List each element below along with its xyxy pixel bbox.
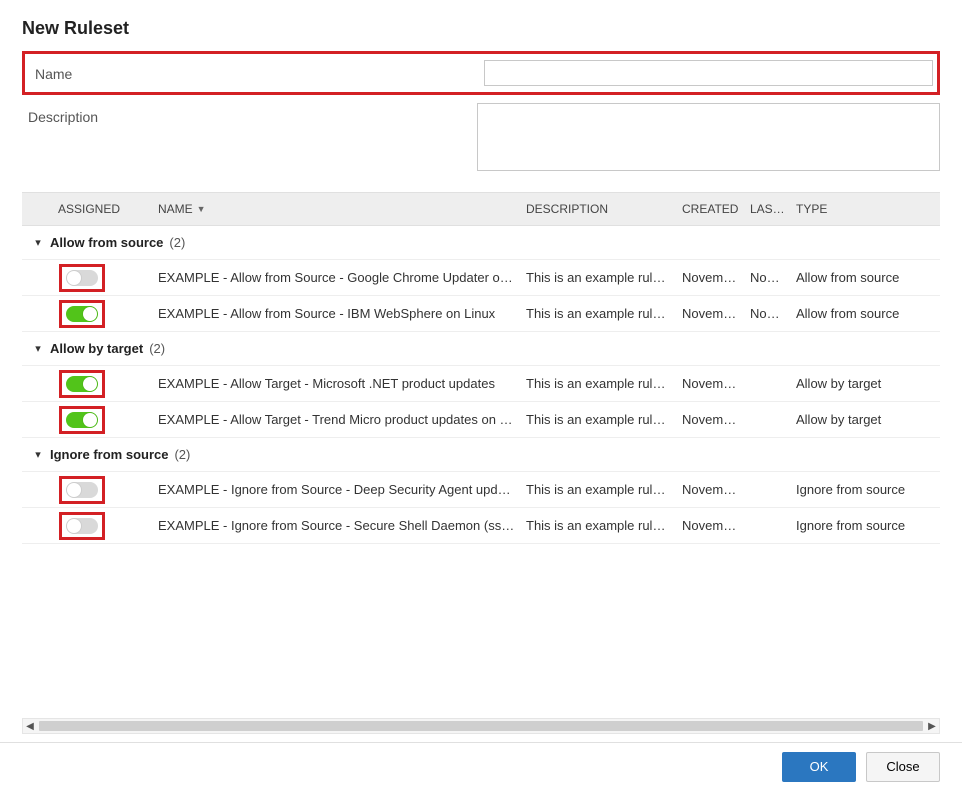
page-title: New Ruleset <box>0 0 962 51</box>
table-row[interactable]: EXAMPLE - Ignore from Source - Deep Secu… <box>22 472 940 508</box>
ok-button[interactable]: OK <box>782 752 856 782</box>
col-header-name-text: NAME <box>158 202 193 216</box>
cell-assigned <box>22 476 152 504</box>
group-title: Allow from source <box>50 235 163 250</box>
form-area: Name Description <box>0 51 962 192</box>
cell-created: Novemb… <box>682 482 750 497</box>
chevron-down-icon: ▾ <box>32 448 44 461</box>
cell-assigned <box>22 370 152 398</box>
cell-description: This is an example rule. … <box>526 518 682 533</box>
toggle-highlight <box>59 264 105 292</box>
name-row: Name <box>22 51 940 95</box>
cell-assigned <box>22 264 152 292</box>
table-row[interactable]: EXAMPLE - Allow Target - Trend Micro pro… <box>22 402 940 438</box>
toggle-highlight <box>59 406 105 434</box>
group-header[interactable]: ▾ Ignore from source (2) <box>22 438 940 472</box>
group-title: Ignore from source <box>50 447 168 462</box>
name-input-wrap <box>484 60 933 86</box>
cell-description: This is an example rule. … <box>526 376 682 391</box>
assigned-toggle[interactable] <box>66 518 98 534</box>
cell-created: Novemb… <box>682 270 750 285</box>
toggle-highlight <box>59 512 105 540</box>
description-label: Description <box>22 103 477 125</box>
toggle-highlight <box>59 370 105 398</box>
group-header[interactable]: ▾ Allow from source (2) <box>22 226 940 260</box>
horizontal-scrollbar[interactable]: ◀ ▶ <box>22 718 940 734</box>
assigned-toggle[interactable] <box>66 376 98 392</box>
cell-type: Allow by target <box>796 412 940 427</box>
cell-created: Novemb… <box>682 376 750 391</box>
name-label: Name <box>29 60 484 82</box>
description-input-wrap <box>477 103 940 174</box>
cell-name: EXAMPLE - Allow Target - Microsoft .NET … <box>152 376 526 391</box>
rules-grid: ASSIGNED NAME ▼ DESCRIPTION CREATED LAS…… <box>0 192 962 544</box>
toggle-highlight <box>59 476 105 504</box>
cell-type: Allow from source <box>796 270 940 285</box>
toggle-knob <box>83 377 97 391</box>
cell-description: This is an example rule. … <box>526 412 682 427</box>
toggle-knob <box>67 271 81 285</box>
cell-assigned <box>22 300 152 328</box>
table-row[interactable]: EXAMPLE - Ignore from Source - Secure Sh… <box>22 508 940 544</box>
assigned-toggle[interactable] <box>66 306 98 322</box>
col-header-name[interactable]: NAME ▼ <box>152 202 526 216</box>
name-input[interactable] <box>484 60 933 86</box>
cell-assigned <box>22 406 152 434</box>
col-header-description[interactable]: DESCRIPTION <box>526 202 682 216</box>
cell-type: Ignore from source <box>796 518 940 533</box>
assigned-toggle[interactable] <box>66 482 98 498</box>
chevron-down-icon: ▾ <box>32 236 44 249</box>
scroll-thumb[interactable] <box>39 721 923 731</box>
cell-description: This is an example rule. … <box>526 482 682 497</box>
cell-assigned <box>22 512 152 540</box>
close-button[interactable]: Close <box>866 752 940 782</box>
assigned-toggle[interactable] <box>66 270 98 286</box>
group-count: (2) <box>169 235 185 250</box>
col-header-last[interactable]: LAS… <box>750 202 796 216</box>
scroll-right-icon[interactable]: ▶ <box>927 721 937 732</box>
dialog-footer: OK Close <box>0 742 962 790</box>
cell-last: Nov… <box>750 306 796 321</box>
cell-created: Novemb… <box>682 412 750 427</box>
col-header-created[interactable]: CREATED <box>682 202 750 216</box>
cell-name: EXAMPLE - Allow Target - Trend Micro pro… <box>152 412 526 427</box>
cell-type: Allow from source <box>796 306 940 321</box>
toggle-knob <box>83 413 97 427</box>
cell-type: Allow by target <box>796 376 940 391</box>
group-title: Allow by target <box>50 341 143 356</box>
assigned-toggle[interactable] <box>66 412 98 428</box>
group-header[interactable]: ▾ Allow by target (2) <box>22 332 940 366</box>
cell-created: Novemb… <box>682 306 750 321</box>
cell-description: This is an example rule. … <box>526 270 682 285</box>
group-count: (2) <box>149 341 165 356</box>
cell-name: EXAMPLE - Allow from Source - Google Chr… <box>152 270 526 285</box>
toggle-knob <box>83 307 97 321</box>
description-input[interactable] <box>477 103 940 171</box>
scroll-left-icon[interactable]: ◀ <box>25 721 35 732</box>
grid-body: ▾ Allow from source (2) EXAMPLE - Allow fr… <box>22 226 940 544</box>
table-row[interactable]: EXAMPLE - Allow from Source - IBM WebSph… <box>22 296 940 332</box>
toggle-knob <box>67 519 81 533</box>
cell-name: EXAMPLE - Ignore from Source - Secure Sh… <box>152 518 526 533</box>
table-row[interactable]: EXAMPLE - Allow from Source - Google Chr… <box>22 260 940 296</box>
cell-name: EXAMPLE - Ignore from Source - Deep Secu… <box>152 482 526 497</box>
group-count: (2) <box>174 447 190 462</box>
col-header-type[interactable]: TYPE <box>796 202 940 216</box>
description-row: Description <box>22 103 940 174</box>
cell-last: Nov… <box>750 270 796 285</box>
chevron-down-icon: ▾ <box>32 342 44 355</box>
toggle-knob <box>67 483 81 497</box>
col-header-assigned[interactable]: ASSIGNED <box>22 202 152 216</box>
grid-header: ASSIGNED NAME ▼ DESCRIPTION CREATED LAS…… <box>22 192 940 226</box>
cell-name: EXAMPLE - Allow from Source - IBM WebSph… <box>152 306 526 321</box>
cell-description: This is an example rule. … <box>526 306 682 321</box>
cell-type: Ignore from source <box>796 482 940 497</box>
cell-created: Novemb… <box>682 518 750 533</box>
toggle-highlight <box>59 300 105 328</box>
table-row[interactable]: EXAMPLE - Allow Target - Microsoft .NET … <box>22 366 940 402</box>
sort-desc-icon: ▼ <box>197 204 206 214</box>
